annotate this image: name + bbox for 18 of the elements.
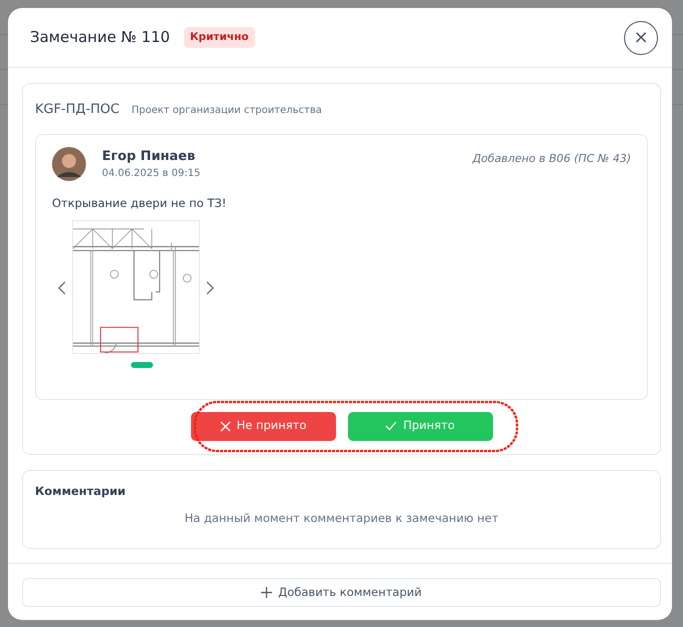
author-name: Егор Пинаев (102, 148, 196, 166)
document-code: KGF-ПД-ПОС (35, 101, 120, 119)
close-icon (220, 420, 231, 432)
add-comment-button[interactable]: Добавить комментарий (22, 578, 661, 607)
plus-icon (261, 587, 272, 598)
check-icon (385, 421, 398, 431)
carousel-indicator[interactable] (131, 362, 153, 368)
empty-message: На данный момент комментариев к замечанию нет (184, 510, 500, 528)
document-name: Проект организации строительства (131, 104, 322, 118)
avatar-icon (52, 146, 86, 180)
modal-title: Замечание № 110 (30, 27, 170, 48)
comments-title: Комментарии (35, 483, 127, 500)
remark-date: 04.06.2025 в 09:15 (102, 167, 200, 181)
severity-badge: Критично (184, 26, 255, 48)
added-info: Добавлено в В06 (ПС № 43) (472, 150, 631, 166)
close-button[interactable]: × (624, 20, 658, 54)
remark-text: Открывание двери не по ТЗ! (52, 195, 228, 212)
reject-button[interactable]: Не принято (190, 412, 336, 440)
